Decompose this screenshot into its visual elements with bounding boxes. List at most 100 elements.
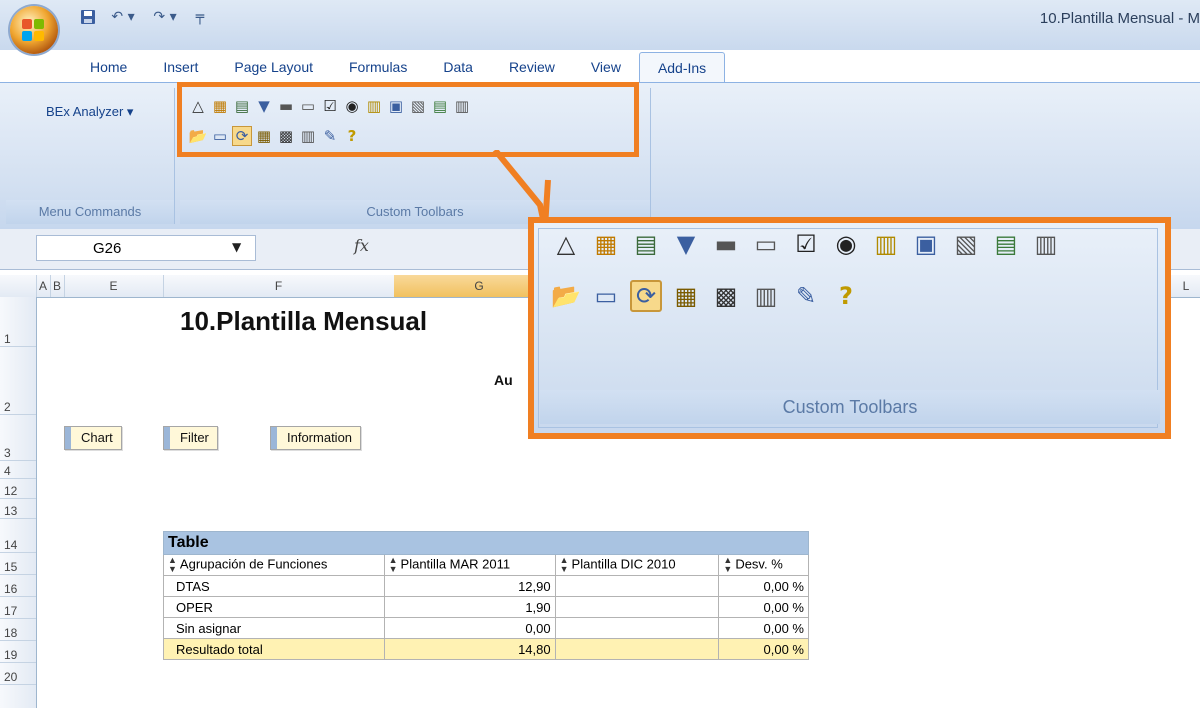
row-header[interactable]: 13 — [0, 499, 36, 519]
cell-desv[interactable]: 0,00 % — [718, 596, 809, 618]
row-header[interactable]: 18 — [0, 619, 36, 641]
cell-plantilla-dic[interactable] — [554, 596, 720, 618]
callout-group-label: Custom Toolbars — [540, 390, 1160, 424]
tab-add-ins[interactable]: Add-Ins — [638, 52, 726, 83]
row-header[interactable]: 17 — [0, 597, 36, 619]
column-header-b[interactable]: B — [50, 275, 65, 297]
row-header[interactable]: 16 — [0, 575, 36, 597]
office-logo-icon — [22, 19, 44, 41]
cell-plantilla-mar[interactable]: 14,80 — [383, 638, 556, 660]
table-icon[interactable]: ▦ — [590, 228, 622, 260]
information-button[interactable]: Information — [270, 426, 362, 450]
row-header[interactable]: 12 — [0, 479, 36, 499]
query-icon[interactable]: ▤ — [630, 228, 662, 260]
dropdown-icon[interactable]: ▭ — [750, 228, 782, 260]
sort-icon[interactable]: ▲ ▼ — [168, 556, 177, 574]
column-header-f[interactable]: F — [163, 275, 395, 297]
customize-qat-icon[interactable]: ╤ — [190, 7, 210, 27]
column-header-l[interactable]: L — [1172, 275, 1200, 297]
select-all-corner[interactable] — [0, 275, 37, 297]
filter-icon[interactable]: ▼ — [670, 228, 702, 260]
tab-page-layout[interactable]: Page Layout — [216, 52, 331, 82]
sort-icon[interactable]: ▲ ▼ — [723, 556, 732, 574]
tab-formulas[interactable]: Formulas — [331, 52, 425, 82]
cell-plantilla-mar[interactable]: 1,90 — [383, 596, 556, 618]
zoom-toolbar-row-1: △ ▦ ▤ ▼ ▬ ▭ ☑ ◉ ▥ ▣ ▧ ▤ ▥ — [550, 228, 1062, 260]
row-label[interactable]: Resultado total — [163, 638, 385, 660]
name-box[interactable]: G26 — [36, 235, 256, 261]
column-header-desv[interactable]: ▲ ▼ Desv. % — [718, 554, 809, 576]
list-icon[interactable]: ▥ — [870, 228, 902, 260]
design-mode-icon[interactable]: △ — [550, 228, 582, 260]
tab-view[interactable]: View — [573, 52, 639, 82]
column-header-plantilla-dic[interactable]: ▲ ▼ Plantilla DIC 2010 — [554, 554, 720, 576]
refresh-icon[interactable]: ⟳ — [630, 280, 662, 312]
row-header[interactable]: 14 — [0, 519, 36, 553]
chevron-down-icon[interactable]: ▼ — [232, 240, 241, 254]
row-label[interactable]: Sin asignar — [163, 617, 385, 639]
tab-review[interactable]: Review — [491, 52, 573, 82]
sheet-subtitle: Au — [494, 372, 513, 388]
change-variables-icon[interactable]: ▦ — [670, 280, 702, 312]
table-row: OPER 1,90 0,00 % — [163, 596, 809, 618]
column-header-plantilla-mar[interactable]: ▲ ▼ Plantilla MAR 2011 — [383, 554, 556, 576]
table-caption: Table — [163, 531, 809, 555]
bex-analyzer-menu[interactable]: BEx Analyzer ▾ — [46, 104, 133, 120]
navigation-pane-icon[interactable]: ▤ — [990, 228, 1022, 260]
column-header-agrupacion[interactable]: ▲ ▼ Agrupación de Funciones — [163, 554, 385, 576]
row-label[interactable]: DTAS — [163, 575, 385, 597]
open-folder-icon[interactable]: 📂 — [550, 280, 582, 312]
group-label-menu-commands: Menu Commands — [6, 200, 174, 224]
sort-icon[interactable]: ▲ ▼ — [560, 556, 569, 574]
sort-icon[interactable]: ▲ ▼ — [389, 556, 398, 574]
zoom-toolbar-row-2: 📂 ▭ ⟳ ▦ ▩ ▥ ✎ ? — [550, 280, 862, 312]
chart-button[interactable]: Chart — [64, 426, 122, 450]
tools-icon[interactable]: ▩ — [710, 280, 742, 312]
checkbox-icon[interactable]: ☑ — [790, 228, 822, 260]
column-header-e[interactable]: E — [64, 275, 164, 297]
cell-plantilla-mar[interactable]: 0,00 — [383, 617, 556, 639]
tab-insert[interactable]: Insert — [145, 52, 216, 82]
cell-plantilla-mar[interactable]: 12,90 — [383, 575, 556, 597]
cell-desv[interactable]: 0,00 % — [718, 575, 809, 597]
system-information-icon[interactable]: ✎ — [790, 280, 822, 312]
sheet-title: 10.Plantilla Mensual — [180, 306, 428, 336]
cell-desv[interactable]: 0,00 % — [718, 638, 809, 660]
column-header-a[interactable]: A — [36, 275, 51, 297]
table-row: Sin asignar 0,00 0,00 % — [163, 617, 809, 639]
list-of-conditions-icon[interactable]: ▥ — [1030, 228, 1062, 260]
row-header[interactable]: 15 — [0, 553, 36, 575]
radio-button-icon[interactable]: ◉ — [830, 228, 862, 260]
table-row-total: Resultado total 14,80 0,00 % — [163, 638, 809, 660]
ribbon-tabs: Home Insert Page Layout Formulas Data Re… — [72, 52, 726, 83]
row-label[interactable]: OPER — [163, 596, 385, 618]
row-header[interactable]: 20 — [0, 663, 36, 685]
table-row: DTAS 12,90 0,00 % — [163, 575, 809, 597]
quick-access-toolbar: ↶ ▾ ↷ ▾ ╤ — [78, 4, 210, 30]
window-title: 10.Plantilla Mensual - M — [1039, 10, 1200, 27]
button-icon[interactable]: ▬ — [710, 228, 742, 260]
data-table: Table ▲ ▼ Agrupación de Funciones ▲ ▼ Planti… — [163, 531, 809, 660]
row-header[interactable]: 19 — [0, 641, 36, 663]
row-header[interactable]: 1 — [0, 297, 36, 347]
save-workbook-icon[interactable]: ▭ — [590, 280, 622, 312]
cell-plantilla-dic[interactable] — [554, 638, 720, 660]
global-settings-icon[interactable]: ▥ — [750, 280, 782, 312]
tab-home[interactable]: Home — [72, 52, 145, 82]
help-icon[interactable]: ? — [830, 280, 862, 312]
undo-icon[interactable]: ↶ ▾ — [106, 7, 140, 27]
cell-plantilla-dic[interactable] — [554, 617, 720, 639]
cell-desv[interactable]: 0,00 % — [718, 617, 809, 639]
callout-highlight-small — [177, 82, 639, 157]
save-icon[interactable] — [78, 7, 98, 27]
tab-data[interactable]: Data — [425, 52, 491, 82]
messages-icon[interactable]: ▣ — [910, 228, 942, 260]
text-icon[interactable]: ▧ — [950, 228, 982, 260]
row-header[interactable]: 3 — [0, 415, 36, 461]
function-icon[interactable]: fx — [354, 236, 369, 255]
row-header[interactable]: 4 — [0, 461, 36, 479]
redo-icon[interactable]: ↷ ▾ — [148, 7, 182, 27]
cell-plantilla-dic[interactable] — [554, 575, 720, 597]
filter-button[interactable]: Filter — [163, 426, 218, 450]
row-header[interactable]: 2 — [0, 347, 36, 415]
